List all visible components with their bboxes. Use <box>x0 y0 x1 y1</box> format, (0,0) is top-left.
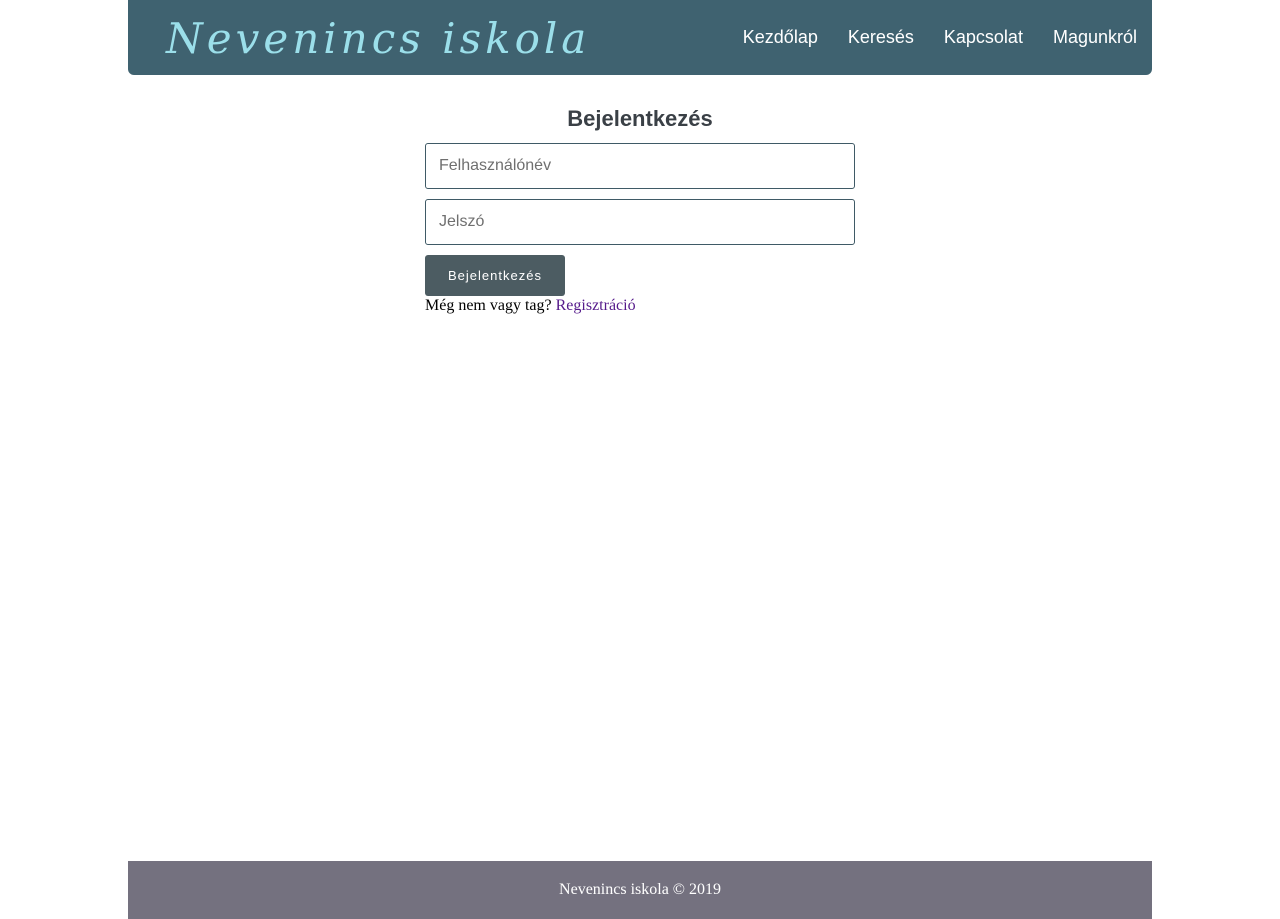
main-nav: Kezdőlap Keresés Kapcsolat Magunkról <box>743 0 1137 75</box>
footer-copyright: Nevenincs iskola © 2019 <box>559 881 721 898</box>
nav-link-search[interactable]: Keresés <box>848 27 914 48</box>
login-button[interactable]: Bejelentkezés <box>425 255 565 296</box>
signup-prompt: Még nem vagy tag? Regisztráció <box>425 296 855 316</box>
nav-link-about[interactable]: Magunkról <box>1053 27 1137 48</box>
nav-link-contact[interactable]: Kapcsolat <box>944 27 1023 48</box>
signup-prompt-text: Még nem vagy tag? <box>425 297 552 314</box>
login-form: Bejelentkezés Bejelentkezés Még nem vagy… <box>425 103 855 316</box>
password-input[interactable] <box>425 199 855 245</box>
login-title: Bejelentkezés <box>567 106 713 131</box>
site-logo[interactable]: Nevenincs iskola <box>166 4 590 74</box>
site-footer: Nevenincs iskola © 2019 <box>128 861 1152 919</box>
register-link[interactable]: Regisztráció <box>556 297 636 314</box>
site-header: Nevenincs iskola Kezdőlap Keresés Kapcso… <box>128 0 1152 75</box>
nav-link-home[interactable]: Kezdőlap <box>743 27 818 48</box>
page: Nevenincs iskola Kezdőlap Keresés Kapcso… <box>0 0 1280 919</box>
username-input[interactable] <box>425 143 855 189</box>
